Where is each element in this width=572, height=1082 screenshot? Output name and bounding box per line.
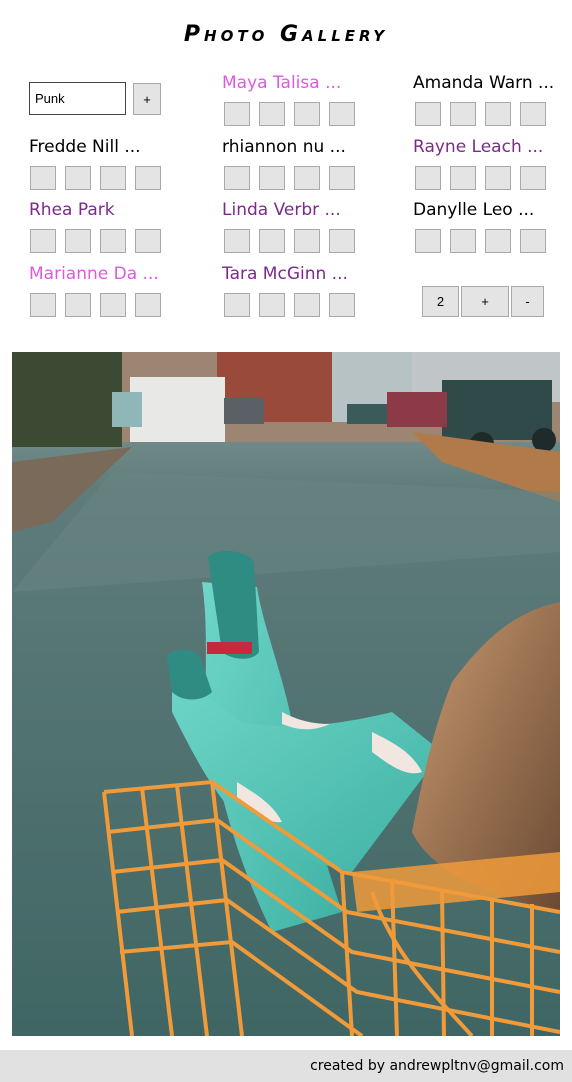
thumb-group-marianne xyxy=(30,293,161,317)
thumb-button[interactable] xyxy=(65,166,91,190)
thumb-button[interactable] xyxy=(259,166,285,190)
thumb-button[interactable] xyxy=(520,166,546,190)
thumb-button[interactable] xyxy=(450,229,476,253)
thumb-button[interactable] xyxy=(329,293,355,317)
thumb-group-rhiannon xyxy=(224,166,355,190)
thumb-button[interactable] xyxy=(30,166,56,190)
thumb-button[interactable] xyxy=(329,102,355,126)
thumb-group-amanda xyxy=(415,102,546,126)
thumb-button[interactable] xyxy=(520,229,546,253)
thumb-button[interactable] xyxy=(100,229,126,253)
page-count-display[interactable]: 2 xyxy=(422,286,459,317)
user-name-linda[interactable]: Linda Verbr ... xyxy=(222,200,341,220)
thumb-group-rhea xyxy=(30,229,161,253)
thumb-button[interactable] xyxy=(65,293,91,317)
user-name-fredde[interactable]: Fredde Nill ... xyxy=(29,137,141,157)
thumb-group-fredde xyxy=(30,166,161,190)
thumb-button[interactable] xyxy=(294,293,320,317)
user-name-maya[interactable]: Maya Talisa ... xyxy=(222,73,341,93)
thumb-button[interactable] xyxy=(329,166,355,190)
thumb-button[interactable] xyxy=(294,102,320,126)
thumb-button[interactable] xyxy=(450,102,476,126)
user-name-rhea[interactable]: Rhea Park xyxy=(29,200,115,220)
thumb-button[interactable] xyxy=(415,229,441,253)
thumb-button[interactable] xyxy=(259,293,285,317)
thumb-button[interactable] xyxy=(485,229,511,253)
page-title: Photo Gallery xyxy=(183,22,389,47)
user-name-marianne[interactable]: Marianne Da ... xyxy=(29,264,159,284)
user-name-danylle[interactable]: Danylle Leo ... xyxy=(413,200,534,220)
thumb-button[interactable] xyxy=(135,229,161,253)
thumb-group-tara xyxy=(224,293,355,317)
thumb-button[interactable] xyxy=(259,229,285,253)
thumb-button[interactable] xyxy=(520,102,546,126)
thumb-button[interactable] xyxy=(224,229,250,253)
thumb-group-danylle xyxy=(415,229,546,253)
thumb-group-maya xyxy=(224,102,355,126)
thumb-button[interactable] xyxy=(224,102,250,126)
footer: created by andrewpltnv@gmail.com xyxy=(0,1050,572,1082)
search-input[interactable] xyxy=(29,82,126,115)
add-user-button[interactable]: + xyxy=(133,83,161,115)
gallery-photo xyxy=(12,352,560,1036)
thumb-button[interactable] xyxy=(415,102,441,126)
thumb-button[interactable] xyxy=(224,293,250,317)
user-name-tara[interactable]: Tara McGinn ... xyxy=(222,264,348,284)
thumb-button[interactable] xyxy=(100,293,126,317)
thumb-button[interactable] xyxy=(259,102,285,126)
thumb-group-linda xyxy=(224,229,355,253)
thumb-button[interactable] xyxy=(224,166,250,190)
increment-button[interactable]: + xyxy=(461,286,509,317)
thumb-button[interactable] xyxy=(485,102,511,126)
thumb-button[interactable] xyxy=(100,166,126,190)
thumb-button[interactable] xyxy=(485,166,511,190)
thumb-button[interactable] xyxy=(294,229,320,253)
thumb-button[interactable] xyxy=(329,229,355,253)
thumb-button[interactable] xyxy=(65,229,91,253)
thumb-button[interactable] xyxy=(135,166,161,190)
thumb-button[interactable] xyxy=(415,166,441,190)
user-name-rayne[interactable]: Rayne Leach ... xyxy=(413,137,543,157)
thumb-button[interactable] xyxy=(135,293,161,317)
decrement-button[interactable]: - xyxy=(511,286,544,317)
user-name-rhiannon[interactable]: rhiannon nu ... xyxy=(222,137,346,157)
thumb-button[interactable] xyxy=(294,166,320,190)
thumb-button[interactable] xyxy=(30,293,56,317)
user-name-amanda[interactable]: Amanda Warn ... xyxy=(413,73,554,93)
footer-credit: created by andrewpltnv@gmail.com xyxy=(310,1058,564,1074)
thumb-button[interactable] xyxy=(450,166,476,190)
thumb-group-rayne xyxy=(415,166,546,190)
thumb-button[interactable] xyxy=(30,229,56,253)
